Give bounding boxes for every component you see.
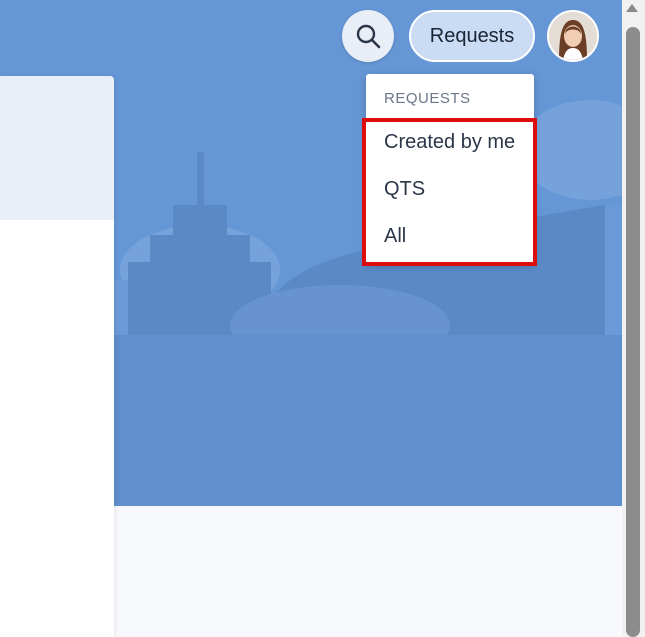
side-panel-header xyxy=(0,76,114,220)
menu-item-created-by-me[interactable]: Created by me xyxy=(366,122,534,162)
menu-item-all[interactable]: All xyxy=(366,216,534,256)
dropdown-heading: REQUESTS xyxy=(384,90,471,107)
requests-dropdown-menu: REQUESTS Created by me QTS All xyxy=(366,74,534,264)
side-panel xyxy=(0,76,114,637)
search-button[interactable] xyxy=(342,10,394,62)
vertical-scrollbar[interactable] xyxy=(622,0,645,637)
user-avatar-icon xyxy=(549,12,597,60)
requests-button[interactable]: Requests xyxy=(409,10,535,62)
user-avatar[interactable] xyxy=(547,10,599,62)
menu-item-qts[interactable]: QTS xyxy=(366,169,534,209)
scroll-up-arrow-icon[interactable] xyxy=(626,4,638,12)
search-icon xyxy=(356,24,381,49)
requests-button-label: Requests xyxy=(429,24,515,47)
scrollbar-thumb[interactable] xyxy=(626,27,640,637)
page: Requests REQUESTS Created by me QTS All xyxy=(0,0,645,637)
